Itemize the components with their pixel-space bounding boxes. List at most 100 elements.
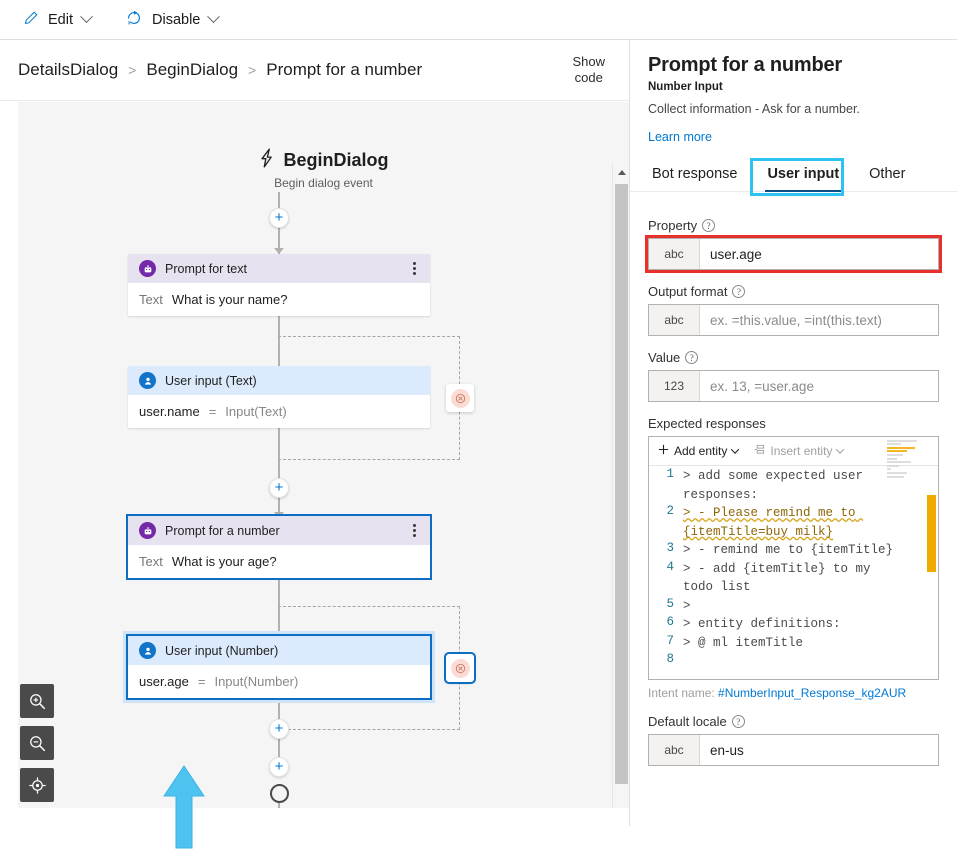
show-code-link[interactable]: Show code — [572, 54, 611, 87]
intent-name-row: Intent name: #NumberInput_Response_kg2AU… — [648, 686, 939, 700]
breadcrumb-item-0[interactable]: DetailsDialog — [18, 60, 118, 80]
cancel-circle-icon — [450, 658, 470, 678]
chevron-down-icon — [80, 10, 93, 24]
flow-node-user-input-text[interactable]: User input (Text) user.name = Input(Text… — [128, 366, 430, 428]
trigger-subtitle: Begin dialog event — [274, 176, 373, 190]
node-body: Text What is your age? — [128, 545, 430, 578]
bot-icon — [139, 260, 156, 277]
line-number: 3 — [666, 541, 674, 555]
insert-entity-label: Insert entity — [770, 444, 833, 458]
flow-node-prompt-for-a-number[interactable]: Prompt for a number Text What is your ag… — [126, 514, 432, 580]
add-step-button[interactable] — [269, 719, 289, 739]
property-field[interactable]: abc — [645, 235, 942, 273]
breadcrumb: DetailsDialog > BeginDialog > Prompt for… — [18, 60, 572, 80]
canvas-scrollbar[interactable] — [612, 164, 629, 808]
breadcrumb-item-2[interactable]: Prompt for a number — [266, 60, 422, 80]
add-step-button[interactable] — [269, 757, 289, 777]
node-menu-icon[interactable] — [410, 522, 419, 539]
line-text: > - Please remind me to {itemTitle=buy m… — [683, 506, 864, 539]
breadcrumb-item-1[interactable]: BeginDialog — [146, 60, 238, 80]
node-body-value: What is your age? — [171, 554, 277, 569]
value-field[interactable]: 123 — [648, 370, 939, 402]
node-title: User input (Text) — [165, 373, 257, 388]
node-body-key: Text — [139, 554, 163, 569]
canvas-scrollbar-thumb[interactable] — [615, 184, 628, 784]
tab-bot-response[interactable]: Bot response — [638, 156, 751, 191]
zoom-in-icon — [29, 693, 45, 709]
node-body-value: Input(Number) — [214, 674, 299, 689]
flow-node-user-input-number[interactable]: User input (Number) user.age = Input(Num… — [126, 634, 432, 700]
flow-node-prompt-for-text[interactable]: Prompt for text Text What is your name? — [128, 254, 430, 316]
zoom-in-button[interactable] — [20, 684, 54, 718]
add-entity-button[interactable]: Add entity — [658, 444, 740, 458]
interruption-badge[interactable] — [444, 652, 476, 684]
node-header: User input (Text) — [128, 366, 430, 395]
expected-responses-editor[interactable]: Add entity Insert entity 1 > add some ex… — [648, 436, 939, 680]
breadcrumb-bar: DetailsDialog > BeginDialog > Prompt for… — [0, 40, 629, 101]
disable-button[interactable]: x Disable — [121, 4, 222, 36]
output-format-type-tag: abc — [649, 305, 700, 335]
flow-canvas[interactable]: BeginDialog Begin dialog event + + + + P… — [18, 102, 629, 808]
node-title: User input (Number) — [165, 643, 279, 658]
help-icon[interactable]: ? — [731, 715, 745, 728]
property-field-label: Property ? — [648, 218, 939, 233]
add-step-button[interactable] — [269, 478, 289, 498]
learn-more-link[interactable]: Learn more — [648, 130, 712, 144]
output-format-input[interactable] — [700, 305, 938, 335]
chevron-down-icon — [207, 10, 221, 24]
zoom-out-icon — [29, 735, 45, 751]
tab-user-input[interactable]: User input — [753, 156, 853, 192]
show-code-line-1: Show — [572, 53, 605, 69]
editor-lines[interactable]: 1 > add some expected user responses: 2 … — [649, 467, 938, 679]
editor-line: 2 > - Please remind me to {itemTitle=buy… — [649, 504, 938, 541]
top-toolbar: Edit x Disable — [0, 0, 957, 40]
trigger-title-row: BeginDialog — [18, 148, 629, 173]
default-locale-field[interactable]: abc — [648, 734, 939, 766]
node-body-key: user.age — [139, 674, 189, 689]
edit-button[interactable]: Edit — [18, 4, 95, 36]
node-body: user.age = Input(Number) — [128, 665, 430, 698]
node-title: Prompt for text — [165, 261, 247, 276]
plus-icon — [658, 444, 669, 458]
value-label-text: Value — [648, 350, 681, 365]
interruption-badge[interactable] — [446, 384, 474, 412]
zoom-reset-button[interactable] — [20, 768, 54, 802]
value-type-tag: 123 — [649, 371, 700, 401]
breadcrumb-separator: > — [128, 62, 137, 78]
lightning-bolt-icon — [258, 148, 275, 173]
output-format-field-label: Output format ? — [648, 284, 939, 299]
default-locale-label: Default locale ? — [648, 714, 939, 729]
tab-other[interactable]: Other — [855, 156, 919, 191]
editor-scrollbar-thumb[interactable] — [927, 495, 936, 572]
help-icon[interactable]: ? — [702, 219, 716, 232]
line-text: > entity definitions: — [683, 617, 841, 631]
pencil-icon — [22, 10, 39, 30]
line-number: 2 — [666, 504, 674, 518]
expected-responses-label: Expected responses — [648, 416, 939, 431]
help-icon[interactable]: ? — [685, 351, 699, 364]
default-locale-input[interactable] — [700, 735, 938, 765]
help-icon[interactable]: ? — [732, 285, 746, 298]
add-entity-label: Add entity — [674, 444, 728, 458]
output-format-field[interactable]: abc — [648, 304, 939, 336]
zoom-out-button[interactable] — [20, 726, 54, 760]
node-menu-icon[interactable] — [410, 260, 419, 277]
bot-icon — [139, 522, 156, 539]
zoom-controls — [20, 684, 54, 802]
panel-title: Prompt for a number — [648, 54, 842, 76]
value-input[interactable] — [700, 371, 938, 401]
line-text: > — [683, 598, 691, 613]
annotation-arrow-up — [160, 762, 208, 855]
trigger-node[interactable]: BeginDialog Begin dialog event — [18, 148, 629, 190]
add-step-button[interactable] — [269, 208, 289, 228]
insert-entity-button[interactable]: Insert entity — [754, 444, 845, 458]
property-input[interactable] — [700, 239, 938, 269]
default-locale-label-text: Default locale — [648, 714, 727, 729]
chevron-down-icon — [731, 445, 740, 454]
edit-button-label: Edit — [48, 11, 73, 28]
line-number: 5 — [666, 596, 674, 611]
editor-line: 7 > @ ml itemTitle — [649, 634, 938, 653]
scroll-up-icon[interactable] — [613, 164, 629, 181]
editor-minimap[interactable] — [887, 438, 921, 488]
node-body-value: Input(Text) — [225, 404, 287, 419]
